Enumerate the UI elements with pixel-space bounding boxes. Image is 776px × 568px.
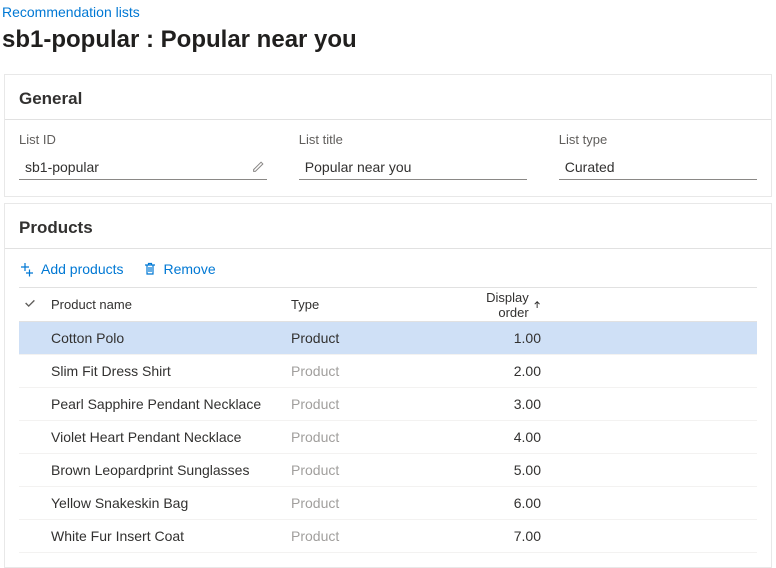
table-row[interactable]: Slim Fit Dress ShirtProduct2.00 — [19, 355, 757, 388]
pencil-icon[interactable] — [251, 160, 265, 174]
general-header: General — [5, 75, 771, 119]
table-row[interactable]: Pearl Sapphire Pendant NecklaceProduct3.… — [19, 388, 757, 421]
add-icon — [19, 261, 35, 277]
cell-type: Product — [287, 528, 467, 544]
cell-product-name: Cotton Polo — [47, 330, 287, 346]
products-toolbar: Add products Remove — [5, 249, 771, 287]
cell-product-name: White Fur Insert Coat — [47, 528, 287, 544]
cell-product-name: Pearl Sapphire Pendant Necklace — [47, 396, 287, 412]
cell-type: Product — [287, 495, 467, 511]
cell-display-order: 6.00 — [467, 495, 547, 511]
cell-display-order: 4.00 — [467, 429, 547, 445]
table-row[interactable]: Yellow Snakeskin BagProduct6.00 — [19, 487, 757, 520]
table-row[interactable]: Brown Leopardprint SunglassesProduct5.00 — [19, 454, 757, 487]
list-id-value: sb1-popular — [25, 157, 251, 177]
grid-body: Cotton PoloProduct1.00Slim Fit Dress Shi… — [19, 322, 757, 553]
cell-display-order: 3.00 — [467, 396, 547, 412]
table-row[interactable]: Violet Heart Pendant NecklaceProduct4.00 — [19, 421, 757, 454]
products-header: Products — [5, 204, 771, 248]
column-display-order-label: Display order — [471, 290, 529, 320]
column-display-order[interactable]: Display order — [467, 290, 547, 320]
table-row[interactable]: White Fur Insert CoatProduct7.00 — [19, 520, 757, 553]
products-grid: Product name Type Display order Cotton P… — [19, 287, 757, 553]
breadcrumb-link[interactable]: Recommendation lists — [2, 4, 140, 20]
checkmark-icon — [23, 296, 37, 310]
cell-type: Product — [287, 462, 467, 478]
cell-display-order: 5.00 — [467, 462, 547, 478]
grid-header: Product name Type Display order — [19, 288, 757, 322]
remove-label: Remove — [164, 261, 216, 277]
cell-product-name: Violet Heart Pendant Necklace — [47, 429, 287, 445]
general-panel: General List ID sb1-popular List title P… — [4, 74, 772, 197]
remove-button[interactable]: Remove — [142, 261, 216, 277]
list-title-field: List title Popular near you — [299, 132, 527, 180]
cell-display-order: 7.00 — [467, 528, 547, 544]
list-title-value: Popular near you — [305, 157, 525, 177]
cell-display-order: 2.00 — [467, 363, 547, 379]
list-type-label: List type — [559, 132, 757, 147]
add-products-button[interactable]: Add products — [19, 261, 124, 277]
list-type-input[interactable]: Curated — [559, 155, 757, 180]
column-product-name[interactable]: Product name — [47, 297, 287, 312]
trash-icon — [142, 261, 158, 277]
column-select-all[interactable] — [19, 296, 47, 313]
cell-type: Product — [287, 429, 467, 445]
list-type-value: Curated — [565, 157, 755, 177]
list-id-input[interactable]: sb1-popular — [19, 155, 267, 180]
list-title-input[interactable]: Popular near you — [299, 155, 527, 180]
list-title-label: List title — [299, 132, 527, 147]
page-title: sb1-popular : Popular near you — [0, 24, 776, 68]
products-panel: Products Add products Remove — [4, 203, 772, 568]
add-products-label: Add products — [41, 261, 124, 277]
column-type[interactable]: Type — [287, 297, 467, 312]
breadcrumb: Recommendation lists — [0, 0, 776, 24]
list-id-field: List ID sb1-popular — [19, 132, 267, 180]
cell-product-name: Slim Fit Dress Shirt — [47, 363, 287, 379]
arrow-up-icon — [533, 299, 541, 310]
table-row[interactable]: Cotton PoloProduct1.00 — [19, 322, 757, 355]
list-type-field: List type Curated — [559, 132, 757, 180]
cell-display-order: 1.00 — [467, 330, 547, 346]
cell-product-name: Yellow Snakeskin Bag — [47, 495, 287, 511]
cell-type: Product — [287, 363, 467, 379]
cell-type: Product — [287, 396, 467, 412]
list-id-label: List ID — [19, 132, 267, 147]
cell-product-name: Brown Leopardprint Sunglasses — [47, 462, 287, 478]
cell-type: Product — [287, 330, 467, 346]
